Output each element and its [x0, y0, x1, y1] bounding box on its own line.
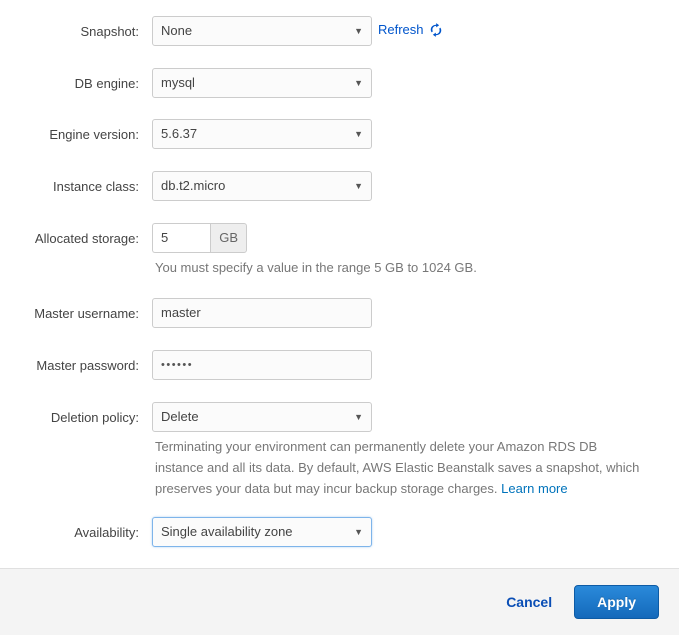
- rds-configuration-panel: Snapshot: None ▼ Refresh DB engine: mysq…: [0, 0, 679, 568]
- allocated-storage-help-text: You must specify a value in the range 5 …: [155, 260, 477, 275]
- deletion-policy-select[interactable]: Delete ▼: [152, 402, 372, 432]
- instance-class-select-value: db.t2.micro: [161, 178, 226, 193]
- label-instance-class: Instance class:: [53, 179, 139, 194]
- dialog-footer: Cancel Apply: [0, 568, 679, 635]
- label-db-engine: DB engine:: [74, 76, 139, 91]
- refresh-icon: [429, 22, 443, 37]
- availability-select[interactable]: Single availability zone ▼: [152, 517, 372, 547]
- label-availability: Availability:: [74, 525, 139, 540]
- deletion-policy-select-wrap: Delete ▼: [152, 402, 372, 432]
- label-engine-version: Engine version:: [49, 127, 139, 142]
- cancel-button[interactable]: Cancel: [506, 594, 552, 610]
- snapshot-select-value: None: [161, 23, 193, 38]
- engine-version-select-wrap: 5.6.37 ▼: [152, 119, 372, 149]
- engine-version-select-value: 5.6.37: [161, 126, 198, 141]
- instance-class-select[interactable]: db.t2.micro ▼: [152, 171, 372, 201]
- engine-version-select[interactable]: 5.6.37 ▼: [152, 119, 372, 149]
- db-engine-select[interactable]: mysql ▼: [152, 68, 372, 98]
- chevron-down-icon: ▼: [354, 181, 363, 191]
- chevron-down-icon: ▼: [354, 412, 363, 422]
- master-password-input[interactable]: ••••••: [152, 350, 372, 380]
- master-password-wrap: ••••••: [152, 350, 372, 380]
- chevron-down-icon: ▼: [354, 527, 363, 537]
- label-allocated-storage: Allocated storage:: [34, 231, 139, 246]
- deletion-policy-help-text: Terminating your environment can permane…: [155, 436, 647, 499]
- learn-more-link[interactable]: Learn more: [501, 481, 567, 496]
- refresh-label: Refresh: [378, 22, 424, 37]
- apply-button[interactable]: Apply: [574, 585, 659, 619]
- db-engine-select-wrap: mysql ▼: [152, 68, 372, 98]
- db-engine-select-value: mysql: [161, 75, 195, 90]
- label-snapshot: Snapshot:: [80, 24, 139, 39]
- snapshot-select-wrap: None ▼: [152, 16, 372, 46]
- chevron-down-icon: ▼: [354, 129, 363, 139]
- label-master-username: Master username:: [34, 306, 139, 321]
- allocated-storage-group: 5 GB: [152, 223, 247, 253]
- allocated-storage-unit: GB: [210, 223, 247, 253]
- allocated-storage-input[interactable]: 5: [152, 223, 211, 253]
- label-deletion-policy: Deletion policy:: [50, 410, 139, 425]
- master-username-input[interactable]: master: [152, 298, 372, 328]
- availability-select-value: Single availability zone: [161, 524, 293, 539]
- chevron-down-icon: ▼: [354, 78, 363, 88]
- instance-class-select-wrap: db.t2.micro ▼: [152, 171, 372, 201]
- chevron-down-icon: ▼: [354, 26, 363, 36]
- master-username-wrap: master: [152, 298, 372, 328]
- refresh-snapshots-link[interactable]: Refresh: [378, 22, 443, 37]
- availability-select-wrap: Single availability zone ▼: [152, 517, 372, 547]
- label-master-password: Master password:: [36, 358, 139, 373]
- snapshot-select[interactable]: None ▼: [152, 16, 372, 46]
- deletion-policy-select-value: Delete: [161, 409, 199, 424]
